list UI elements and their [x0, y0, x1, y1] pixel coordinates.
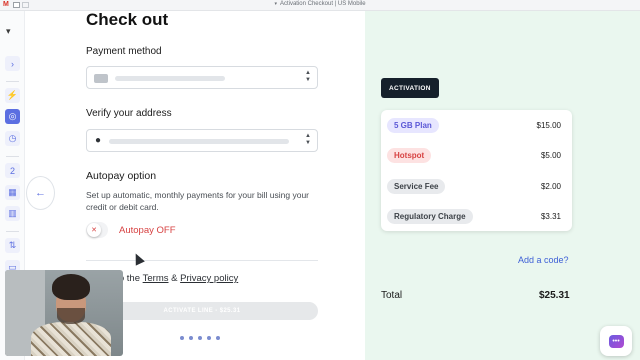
tab-title-text: Activation Checkout | US Mobile	[279, 1, 366, 7]
expand-sidebar-button[interactable]: ›	[5, 56, 20, 71]
chat-icon: •••	[608, 334, 624, 348]
step-indicator	[180, 336, 220, 340]
select-arrows-icon: ▲ ▼	[305, 70, 311, 83]
clock-icon: ◷	[8, 133, 17, 143]
masked-card-value	[115, 76, 225, 81]
page-title: Check out	[86, 10, 169, 29]
sidebar-item-chart[interactable]: ▥	[5, 206, 20, 221]
sidebar-item-bolt[interactable]: ⚡	[5, 88, 20, 103]
line-item-amount: $3.31	[540, 211, 561, 221]
sidebar-divider	[6, 81, 19, 82]
location-pin-icon: ●	[95, 135, 102, 146]
step-dot	[198, 336, 202, 340]
autopay-state-label: Autopay OFF	[119, 225, 176, 236]
verify-address-label: Verify your address	[86, 108, 172, 119]
list-item: Service Fee $2.00	[387, 177, 561, 195]
sidebar-item-clock[interactable]: ◷	[5, 131, 20, 146]
sidebar-divider	[6, 156, 19, 157]
webcam-person-hair	[52, 274, 90, 300]
line-item-amount: $5.00	[540, 150, 561, 160]
sidebar-item-grid[interactable]: ▦	[5, 185, 20, 200]
select-arrows-icon: ▲ ▼	[305, 133, 311, 146]
line-item-label: Service Fee	[387, 178, 446, 194]
brand-logo-icon: ▾	[6, 26, 11, 36]
step-dot	[180, 336, 184, 340]
total-label: Total	[381, 290, 403, 301]
section-divider	[86, 260, 318, 261]
transfer-icon: ⇅	[8, 240, 17, 250]
step-dot	[189, 336, 193, 340]
circle-icon: ◎	[8, 111, 17, 121]
add-code-link[interactable]: Add a code?	[518, 255, 569, 265]
autopay-toggle[interactable]: ✕	[86, 222, 108, 238]
payment-method-label: Payment method	[86, 46, 162, 57]
chevron-down-icon: ▾	[274, 1, 277, 7]
chart-icon: ▥	[8, 208, 17, 218]
step-dot	[207, 336, 211, 340]
masked-address-value	[109, 139, 289, 144]
line-item-label: Hotspot	[387, 147, 432, 163]
back-button[interactable]: ←	[26, 176, 55, 210]
webcam-person-beard	[57, 308, 85, 324]
chevron-right-icon: ›	[11, 58, 14, 69]
chat-button[interactable]: •••	[600, 326, 632, 356]
total-value: $25.31	[539, 290, 570, 301]
grid-icon: ▦	[8, 187, 17, 197]
line-item-amount: $2.00	[540, 181, 561, 191]
autopay-title: Autopay option	[86, 170, 157, 182]
step-dot	[216, 336, 220, 340]
sidebar-item-transfer[interactable]: ⇅	[5, 238, 20, 253]
sidebar-item-number[interactable]: 2	[5, 163, 20, 178]
credit-card-icon	[94, 74, 108, 83]
sidebar-divider	[6, 231, 19, 232]
address-select[interactable]: ● ▲ ▼	[86, 129, 318, 152]
bolt-icon: ⚡	[6, 90, 19, 100]
list-item: Hotspot $5.00	[387, 146, 561, 164]
line-item-amount: $15.00	[536, 120, 561, 130]
webcam-person-shirt	[31, 322, 111, 356]
order-summary-card: 5 GB Plan $15.00 Hotspot $5.00 Service F…	[381, 110, 572, 231]
agree-amp: &	[171, 273, 178, 284]
tab-title[interactable]: ▾ Activation Checkout | US Mobile	[0, 1, 640, 7]
arrow-left-icon: ←	[35, 187, 46, 199]
line-item-label: Regulatory Charge	[387, 208, 473, 224]
close-icon: ✕	[87, 223, 101, 237]
number-icon: 2	[9, 165, 15, 176]
autopay-description: Set up automatic, monthly payments for y…	[86, 190, 309, 212]
activation-badge: ACTIVATION	[381, 78, 439, 98]
payment-method-select[interactable]: ▲ ▼	[86, 66, 318, 89]
terms-link[interactable]: Terms	[143, 273, 169, 284]
sidebar-item-active[interactable]: ◎	[5, 109, 20, 124]
privacy-policy-link[interactable]: Privacy policy	[180, 273, 238, 284]
list-item: 5 GB Plan $15.00	[387, 116, 561, 134]
line-item-label: 5 GB Plan	[387, 117, 439, 133]
webcam-overlay	[5, 270, 123, 356]
mouse-cursor	[131, 251, 145, 266]
list-item: Regulatory Charge $3.31	[387, 207, 561, 225]
